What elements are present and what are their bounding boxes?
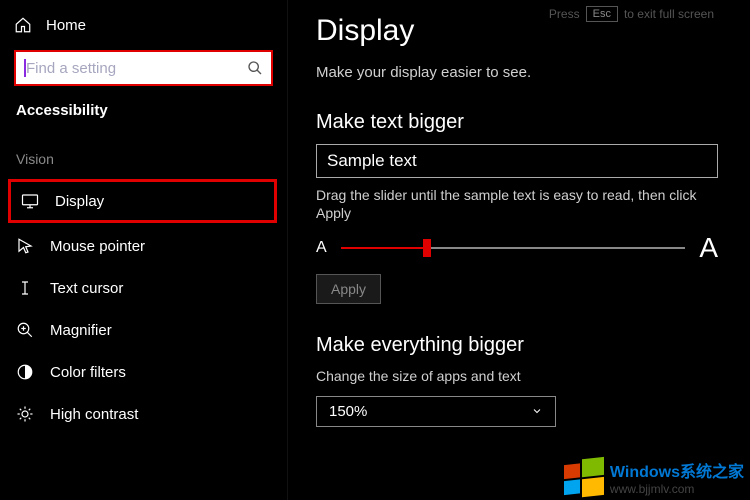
sidebar-item-high-contrast[interactable]: High contrast bbox=[0, 393, 287, 435]
sidebar-item-text-cursor[interactable]: Text cursor bbox=[0, 267, 287, 309]
color-filters-icon bbox=[16, 363, 34, 381]
search-container bbox=[14, 50, 273, 86]
scale-dropdown[interactable]: 150% bbox=[316, 396, 556, 427]
page-intro: Make your display easier to see. bbox=[316, 64, 722, 81]
display-icon bbox=[21, 192, 39, 210]
everything-help-text: Change the size of apps and text bbox=[316, 367, 718, 385]
hint-press: Press bbox=[549, 7, 580, 21]
sidebar-item-label: Text cursor bbox=[50, 280, 123, 297]
watermark-title: Windows系统之家 bbox=[610, 458, 744, 482]
text-size-slider-row: A A bbox=[316, 232, 718, 264]
watermark-url: www.bjjmlv.com bbox=[610, 482, 744, 496]
text-size-slider[interactable] bbox=[341, 246, 686, 250]
high-contrast-icon bbox=[16, 405, 34, 423]
sidebar-item-label: High contrast bbox=[50, 406, 138, 423]
sidebar-item-display[interactable]: Display bbox=[8, 179, 277, 223]
sidebar-item-label: Display bbox=[55, 193, 104, 210]
sidebar: Home Accessibility Vision Display Mouse … bbox=[0, 0, 288, 500]
big-a-label: A bbox=[699, 232, 718, 264]
section-make-text-bigger: Make text bigger bbox=[316, 111, 722, 134]
watermark: Windows系统之家 www.bjjmlv.com bbox=[558, 454, 750, 500]
search-input[interactable] bbox=[14, 50, 273, 86]
hint-rest: to exit full screen bbox=[624, 7, 714, 21]
fullscreen-exit-hint: Press Esc to exit full screen bbox=[549, 6, 714, 22]
group-label-vision: Vision bbox=[0, 129, 287, 177]
home-icon bbox=[14, 16, 32, 34]
sidebar-item-magnifier[interactable]: Magnifier bbox=[0, 309, 287, 351]
sidebar-item-color-filters[interactable]: Color filters bbox=[0, 351, 287, 393]
sidebar-item-label: Color filters bbox=[50, 364, 126, 381]
section-make-everything-bigger: Make everything bigger bbox=[316, 334, 722, 357]
slider-thumb[interactable] bbox=[423, 239, 431, 257]
sidebar-item-label: Magnifier bbox=[50, 322, 112, 339]
text-caret bbox=[24, 59, 26, 77]
sidebar-item-label: Mouse pointer bbox=[50, 238, 145, 255]
mouse-pointer-icon bbox=[16, 237, 34, 255]
windows-logo-icon bbox=[564, 457, 604, 497]
apply-button[interactable]: Apply bbox=[316, 274, 381, 304]
small-a-label: A bbox=[316, 239, 327, 257]
chevron-down-icon bbox=[531, 405, 543, 417]
home-nav[interactable]: Home bbox=[0, 10, 287, 44]
scale-value: 150% bbox=[329, 403, 367, 420]
sidebar-item-mouse-pointer[interactable]: Mouse pointer bbox=[0, 225, 287, 267]
slider-help-text: Drag the slider until the sample text is… bbox=[316, 186, 718, 222]
section-heading: Accessibility bbox=[0, 98, 287, 129]
sample-text-box: Sample text bbox=[316, 144, 718, 178]
magnifier-icon bbox=[16, 321, 34, 339]
text-cursor-icon bbox=[16, 279, 34, 297]
home-label: Home bbox=[46, 17, 86, 34]
main-panel: Press Esc to exit full screen Display Ma… bbox=[288, 0, 750, 500]
esc-key: Esc bbox=[586, 6, 618, 22]
